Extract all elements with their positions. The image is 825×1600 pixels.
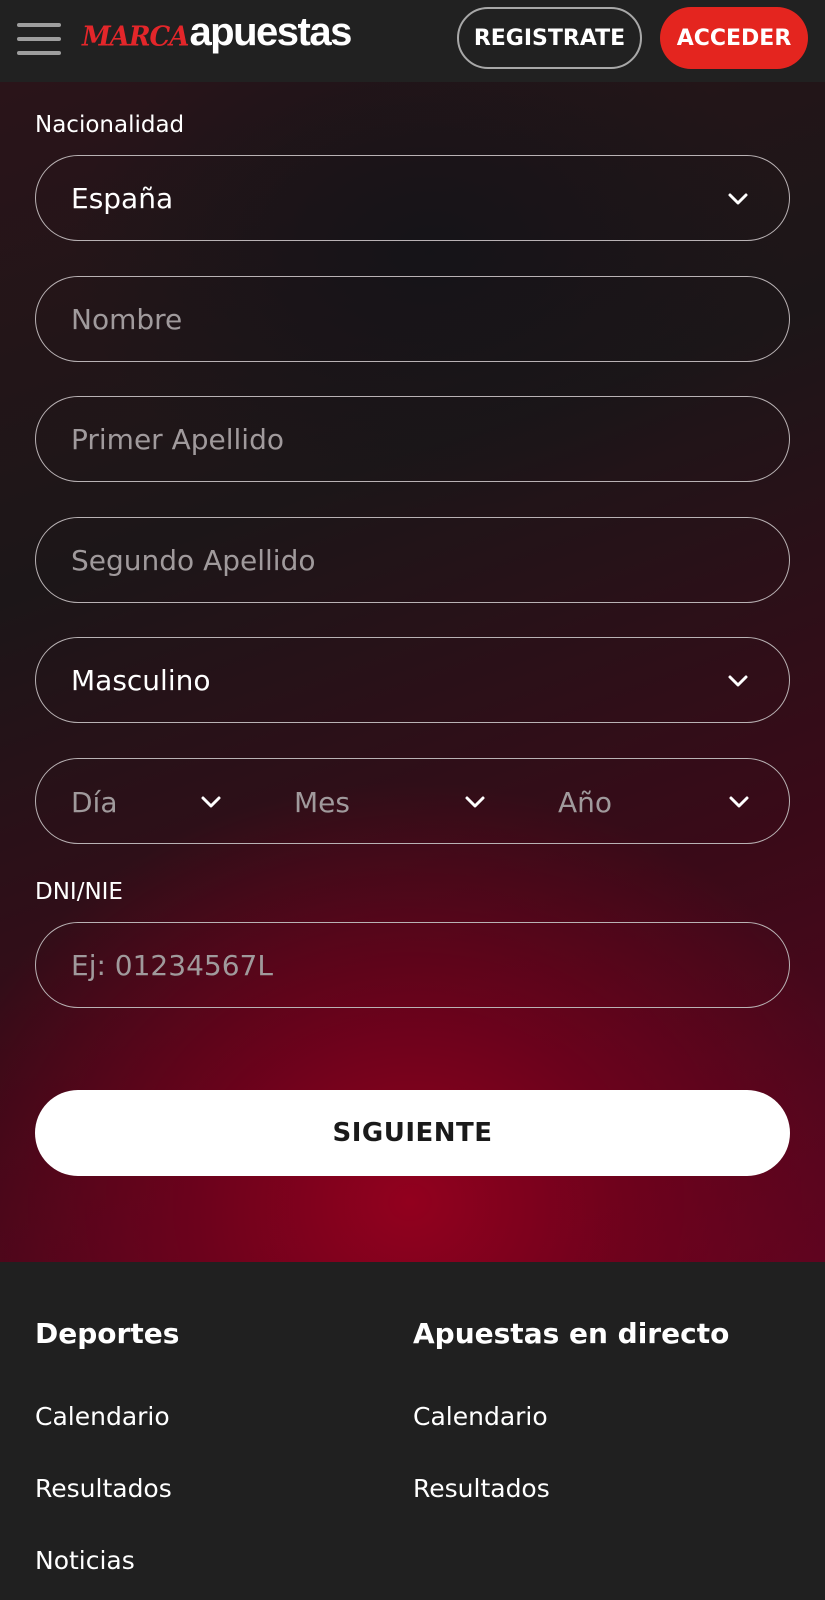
logo-suffix: apuestas	[189, 10, 352, 54]
footer-heading-live-betting: Apuestas en directo	[413, 1317, 730, 1350]
footer-link-live-results[interactable]: Resultados	[413, 1474, 550, 1503]
birth-day-select[interactable]: Día	[36, 759, 286, 845]
nationality-label: Nacionalidad	[35, 112, 185, 138]
first-surname-placeholder: Primer Apellido	[71, 422, 284, 456]
footer-heading-sports: Deportes	[35, 1317, 180, 1350]
birth-month-placeholder: Mes	[294, 785, 350, 819]
birth-day-placeholder: Día	[71, 785, 118, 819]
first-surname-input[interactable]: Primer Apellido	[35, 396, 790, 482]
first-name-placeholder: Nombre	[71, 302, 183, 336]
footer-link-results[interactable]: Resultados	[35, 1474, 172, 1503]
birth-year-select[interactable]: Año	[558, 759, 790, 845]
footer-link-calendar[interactable]: Calendario	[35, 1402, 170, 1431]
top-header: MARCA apuestas REGISTRATE ACCEDER	[0, 0, 825, 82]
logo-brand: MARCA	[82, 21, 189, 53]
dni-label: DNI/NIE	[35, 879, 123, 905]
birth-year-placeholder: Año	[558, 785, 613, 819]
register-button[interactable]: REGISTRATE	[457, 7, 642, 69]
chevron-down-icon	[728, 193, 748, 205]
chevron-down-icon	[201, 796, 221, 808]
dni-placeholder: Ej: 01234567L	[71, 948, 273, 982]
second-surname-placeholder: Segundo Apellido	[71, 543, 316, 577]
footer-link-news[interactable]: Noticias	[35, 1546, 135, 1575]
chevron-down-icon	[729, 796, 749, 808]
login-button[interactable]: ACCEDER	[660, 7, 808, 69]
gender-select[interactable]: Masculino	[35, 637, 790, 723]
nationality-value: España	[71, 181, 174, 215]
birth-date-field: Día Mes Año	[35, 758, 790, 844]
footer-link-live-calendar[interactable]: Calendario	[413, 1402, 548, 1431]
next-button[interactable]: SIGUIENTE	[35, 1090, 790, 1176]
footer: Deportes Calendario Resultados Noticias …	[0, 1262, 825, 1600]
registration-form: Nacionalidad España Nombre Primer Apelli…	[0, 82, 825, 1262]
first-name-input[interactable]: Nombre	[35, 276, 790, 362]
hamburger-menu-icon[interactable]	[17, 22, 61, 56]
birth-month-select[interactable]: Mes	[294, 759, 544, 845]
chevron-down-icon	[728, 675, 748, 687]
gender-value: Masculino	[71, 663, 211, 697]
nationality-select[interactable]: España	[35, 155, 790, 241]
dni-input[interactable]: Ej: 01234567L	[35, 922, 790, 1008]
site-logo[interactable]: MARCA apuestas	[82, 10, 352, 60]
chevron-down-icon	[465, 796, 485, 808]
second-surname-input[interactable]: Segundo Apellido	[35, 517, 790, 603]
